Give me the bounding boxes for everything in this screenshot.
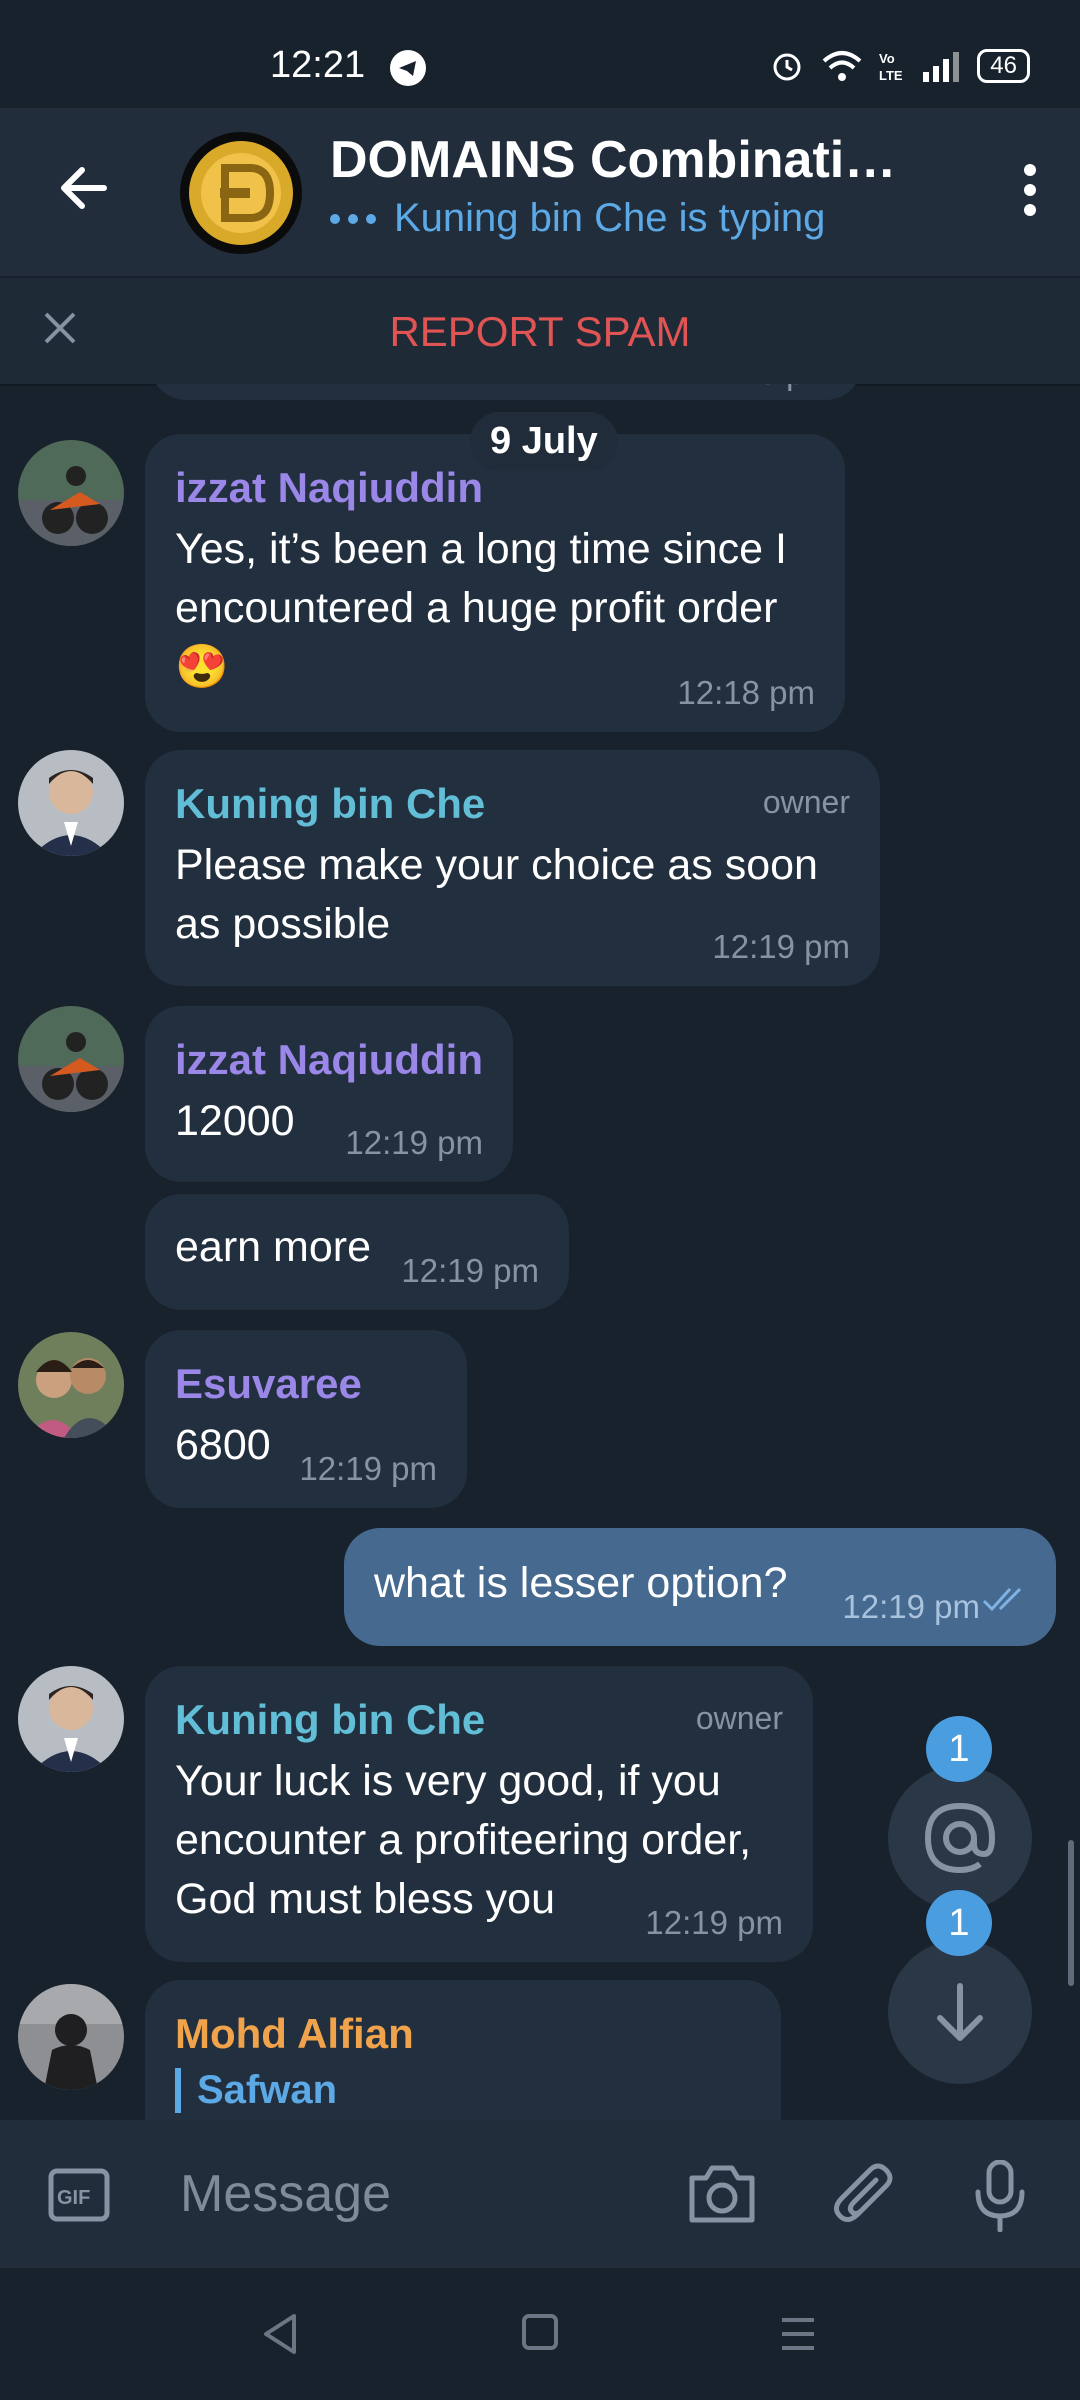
avatar[interactable] [18,750,124,856]
svg-text:LTE: LTE [879,68,903,83]
message-time: 12:18 pm [677,674,815,711]
message-time: 12:19 pm [842,1588,980,1625]
voice-message-button[interactable] [972,2159,1028,2237]
chat-header: DOMAINS Combinati… Kuning bin Che is typ… [0,108,1080,276]
system-navigation-bar [0,2268,1080,2400]
reply-sender-name: Safwan [197,2068,338,2112]
message-bubble[interactable]: Kuning bin Che owner Your luck is very g… [145,1666,813,1962]
mentions-button[interactable] [888,1766,1032,1910]
sender-name[interactable]: Kuning bin Che [175,780,850,828]
avatar[interactable] [18,1984,124,2090]
avatar[interactable] [18,1666,124,1772]
report-spam-bar: REPORT SPAM [0,278,1080,386]
sender-name[interactable]: izzat Naqiuddin [175,1036,483,1084]
svg-text:GIF: GIF [57,2187,90,2209]
chat-title[interactable]: DOMAINS Combinati… [330,130,896,190]
message-time: 12:19 pm [401,1252,539,1289]
scroll-down-button[interactable] [888,1940,1032,2084]
message-time: 12:19 pm [645,1904,783,1941]
message-time: 12:19 pm [299,1450,437,1487]
back-button[interactable] [56,160,112,221]
svg-text:Vo: Vo [879,51,895,66]
status-bar: 12:21 Vo LTE 46 [0,0,1080,108]
arrow-down-icon [937,1983,983,2041]
alarm-icon [773,53,801,81]
menu-lines-icon [782,2318,814,2350]
status-time: 12:21 [270,44,366,86]
attach-button[interactable] [832,2160,896,2235]
double-check-icon [982,1585,1032,1620]
owner-badge: owner [695,1700,783,1736]
date-separator: 9 July [470,412,618,471]
group-avatar[interactable] [180,132,302,254]
paperclip-icon [834,2163,893,2222]
sender-name[interactable]: Esuvaree [175,1360,437,1408]
more-options-button[interactable] [1024,164,1036,224]
typing-status: Kuning bin Che is typing [330,196,825,241]
message-text: Your luck is very good, if you encounter… [175,1757,752,1923]
telegram-notification-icon [390,50,426,86]
sender-name[interactable]: Kuning bin Che [175,1696,783,1744]
typing-status-text: Kuning bin Che is typing [394,196,826,240]
signal-icon [923,52,960,82]
wifi-icon [822,51,862,81]
message-bubble[interactable]: izzat Naqiuddin 12000 12:19 pm [145,1006,513,1182]
message-bubble[interactable]: Mohd Alfian Safwan [145,1980,781,2120]
report-spam-button[interactable]: REPORT SPAM [0,308,1080,356]
outgoing-message-bubble[interactable]: what is lesser option? 12:19 pm [344,1528,1056,1646]
dash-coin-logo [189,141,293,245]
scroll-down-count-badge: 1 [926,1890,992,1956]
status-icons: Vo LTE 46 [769,48,1030,84]
message-input[interactable]: Message [180,2164,391,2224]
volte-icon: Vo LTE [879,51,903,83]
message-input-bar: GIF Message [0,2120,1080,2268]
nav-recents-button[interactable] [778,2314,818,2359]
owner-badge: owner [762,784,850,820]
microphone-icon [975,2159,1025,2233]
sender-name[interactable]: izzat Naqiuddin [175,464,815,512]
gif-button[interactable]: GIF [48,2168,110,2227]
message-time: 12:19 pm [345,1124,483,1161]
battery-indicator: 46 [977,49,1030,83]
message-text: Yes, it’s been a long time since I encou… [175,525,787,691]
camera-button[interactable] [686,2160,758,2231]
message-time: 12:19 pm [712,928,850,965]
message-time: 12:18 pm [694,384,832,392]
mentions-count-badge: 1 [926,1716,992,1782]
at-sign-icon [924,1802,996,1874]
avatar[interactable] [18,1332,124,1438]
message-list[interactable]: 12:18 pm izzat Naqiuddin Yes, it’s been … [0,384,1080,2120]
camera-icon [689,2165,755,2223]
reply-preview[interactable]: Safwan [175,2068,751,2113]
triangle-back-icon [264,2314,296,2354]
message-bubble[interactable]: Kuning bin Che owner Please make your ch… [145,750,880,986]
avatar[interactable] [18,1006,124,1112]
message-bubble-partial: 12:18 pm [150,384,862,400]
message-bubble[interactable]: Esuvaree 6800 12:19 pm [145,1330,467,1508]
avatar[interactable] [18,440,124,546]
nav-home-button[interactable] [520,2312,560,2357]
message-bubble[interactable]: earn more 12:19 pm [145,1194,569,1310]
nav-back-button[interactable] [260,2312,300,2361]
scrollbar[interactable] [1068,1840,1074,1986]
typing-dots-icon [330,213,376,224]
gif-icon: GIF [48,2168,110,2222]
square-home-icon [522,2314,558,2350]
message-bubble[interactable]: izzat Naqiuddin Yes, it’s been a long ti… [145,434,845,732]
arrow-left-icon [61,167,107,209]
sender-name[interactable]: Mohd Alfian [175,2010,751,2058]
